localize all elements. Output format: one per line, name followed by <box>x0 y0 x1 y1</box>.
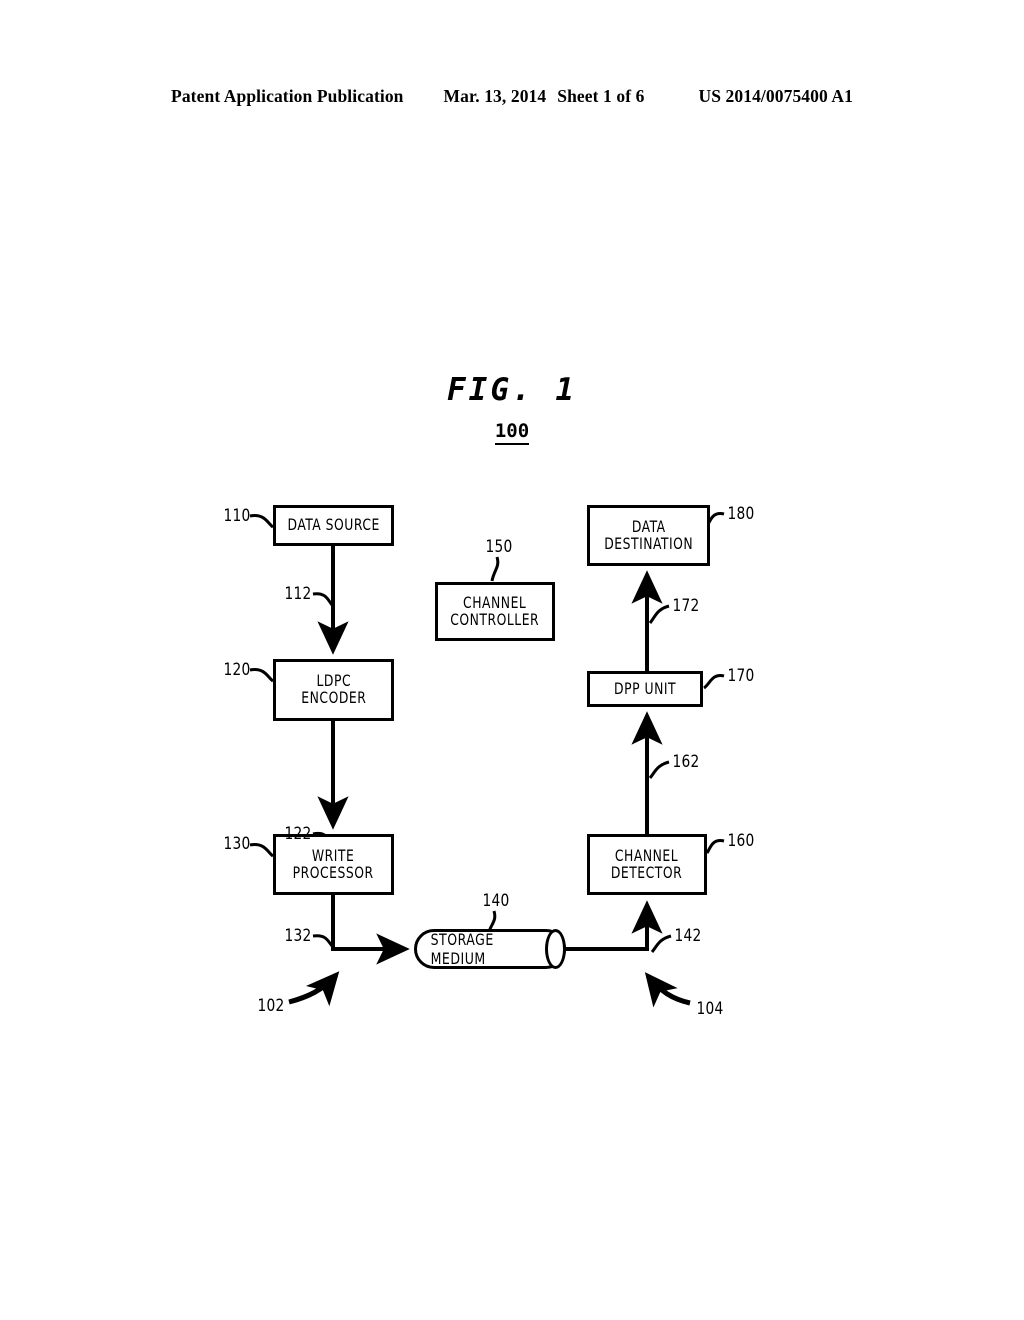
leader-120 <box>249 667 274 683</box>
ref-numeral-160-text: 160 <box>727 831 755 851</box>
block-dpp-unit[interactable]: DPP UNIT <box>587 671 703 707</box>
ref-numeral-112: 112 <box>283 584 313 604</box>
block-channel-controller-label: CHANNEL CONTROLLER <box>450 592 540 629</box>
arrow-102 <box>288 971 340 1007</box>
block-storage-medium-label-wrap: STORAGE MEDIUM <box>422 929 554 969</box>
ref-numeral-142-text: 142 <box>674 926 702 946</box>
arrow-104 <box>644 972 691 1008</box>
leader-132 <box>312 934 335 949</box>
ref-numeral-170-text: 170 <box>727 666 755 686</box>
wire-132 <box>331 895 410 965</box>
ref-numeral-102: 102 <box>256 996 286 1016</box>
figure-number-value: 100 <box>494 420 530 445</box>
ref-numeral-112-text: 112 <box>284 584 312 604</box>
block-write-processor-label: WRITE PROCESSOR <box>292 845 374 882</box>
ref-numeral-150-text: 150 <box>485 537 513 557</box>
figure-number: 100 <box>0 420 1024 445</box>
block-channel-detector-label: CHANNEL DETECTOR <box>611 845 683 882</box>
leader-110 <box>249 513 274 529</box>
block-data-destination[interactable]: DATA DESTINATION <box>587 505 710 566</box>
ref-numeral-132: 132 <box>283 926 313 946</box>
block-storage-medium-label: STORAGE MEDIUM <box>430 930 494 968</box>
ref-numeral-180: 180 <box>726 504 756 524</box>
leader-142 <box>650 934 672 953</box>
ref-numeral-120: 120 <box>222 660 252 680</box>
leader-170 <box>703 674 725 690</box>
figure-title: FIG. 1 <box>447 372 577 408</box>
ref-numeral-162-text: 162 <box>672 752 700 772</box>
ref-numeral-170: 170 <box>726 666 756 686</box>
ref-numeral-162: 162 <box>671 752 701 772</box>
wire-142 <box>566 900 663 951</box>
ref-numeral-110-text: 110 <box>223 506 251 526</box>
leader-162 <box>648 760 670 779</box>
ref-numeral-142: 142 <box>673 926 703 946</box>
ref-numeral-132-text: 132 <box>284 926 312 946</box>
ref-numeral-120-text: 120 <box>223 660 251 680</box>
block-ldpc-encoder-label: LDPC ENCODER <box>300 671 367 707</box>
ref-numeral-130-text: 130 <box>223 834 251 854</box>
ref-numeral-180-text: 180 <box>727 504 755 524</box>
block-data-source-label: DATA SOURCE <box>287 515 380 535</box>
leader-172 <box>648 604 670 624</box>
ref-numeral-110: 110 <box>222 506 252 526</box>
ref-numeral-122-text: 122 <box>284 824 312 844</box>
block-data-source[interactable]: DATA SOURCE <box>273 505 394 546</box>
leader-112 <box>312 592 335 608</box>
leader-130 <box>249 842 274 858</box>
ref-numeral-130: 130 <box>222 834 252 854</box>
block-channel-detector[interactable]: CHANNEL DETECTOR <box>587 834 707 895</box>
connector-lines <box>249 512 725 1008</box>
leader-160 <box>705 839 725 854</box>
ref-numeral-172: 172 <box>671 596 701 616</box>
block-channel-controller[interactable]: CHANNEL CONTROLLER <box>435 582 555 641</box>
ref-numeral-160: 160 <box>726 831 756 851</box>
figure-1-diagram: FIG. 1 100 DATA SOURCE LDPC ENCODER WRIT… <box>0 0 1024 1320</box>
ref-numeral-140: 140 <box>481 891 511 911</box>
ref-numeral-172-text: 172 <box>672 596 700 616</box>
ref-numeral-140-text: 140 <box>482 891 510 911</box>
leader-142-overlay <box>650 934 672 953</box>
block-data-destination-label: DATA DESTINATION <box>604 516 693 553</box>
block-dpp-unit-label: DPP UNIT <box>613 678 677 698</box>
block-ldpc-encoder[interactable]: LDPC ENCODER <box>273 659 394 721</box>
ref-numeral-122: 122 <box>283 824 313 844</box>
ref-numeral-102-text: 102 <box>257 996 285 1016</box>
ref-numeral-150: 150 <box>484 537 514 557</box>
ref-numeral-104: 104 <box>695 999 725 1019</box>
block-storage-medium[interactable]: STORAGE MEDIUM <box>414 929 566 969</box>
ref-numeral-104-text: 104 <box>696 999 724 1019</box>
leader-150 <box>490 556 500 582</box>
